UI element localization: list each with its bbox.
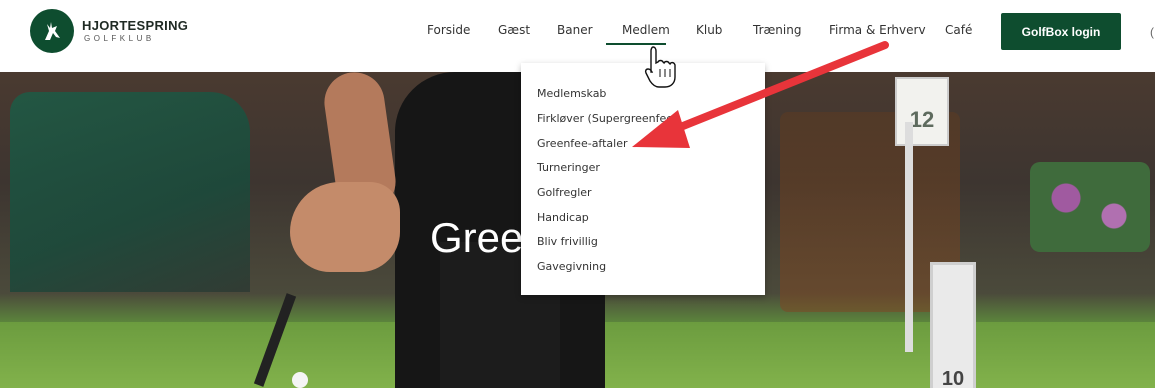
dropdown-item-golfregler[interactable]: Golfregler bbox=[537, 186, 592, 199]
dropdown-item-handicap[interactable]: Handicap bbox=[537, 211, 589, 224]
golf-ball bbox=[292, 372, 308, 388]
nav-forside[interactable]: Forside bbox=[427, 23, 470, 37]
nav-klub[interactable]: Klub bbox=[696, 23, 722, 37]
hole-sign-post bbox=[905, 122, 913, 352]
golfer-hands bbox=[290, 182, 400, 272]
hole-sign-top: 12 bbox=[895, 77, 949, 146]
active-nav-indicator bbox=[606, 43, 666, 45]
dropdown-item-firkloever[interactable]: Firkløver (Supergreenfee) bbox=[537, 112, 677, 125]
dropdown-item-bliv-frivillig[interactable]: Bliv frivillig bbox=[537, 235, 598, 248]
hole-sign-bottom-number: 10 bbox=[941, 368, 965, 388]
nav-overflow-edge: ( bbox=[1150, 25, 1154, 39]
nav-traening[interactable]: Træning bbox=[753, 23, 801, 37]
main-nav: Forside Gæst Baner Medlem Klub Træning F… bbox=[0, 23, 1155, 43]
golfbox-login-button[interactable]: GolfBox login bbox=[1001, 13, 1121, 50]
dropdown-item-gavegivning[interactable]: Gavegivning bbox=[537, 260, 606, 273]
hero-title: Gree bbox=[430, 214, 524, 261]
nav-medlem[interactable]: Medlem bbox=[622, 23, 670, 37]
hole-sign-bottom: 10 bbox=[930, 262, 976, 388]
dropdown-item-greenfee-aftaler[interactable]: Greenfee-aftaler bbox=[537, 137, 628, 150]
nav-gaest[interactable]: Gæst bbox=[498, 23, 530, 37]
hero-tent-bg bbox=[10, 92, 250, 292]
dropdown-item-turneringer[interactable]: Turneringer bbox=[537, 161, 600, 174]
nav-cafe[interactable]: Café bbox=[945, 23, 972, 37]
site-header: HJORTESPRING GOLFKLUB Forside Gæst Baner… bbox=[0, 0, 1155, 72]
hero-flowers-bg bbox=[1030, 162, 1150, 252]
nav-firma-erhverv[interactable]: Firma & Erhverv bbox=[829, 23, 926, 37]
dropdown-item-medlemskab[interactable]: Medlemskab bbox=[537, 87, 606, 100]
medlem-dropdown-menu: Medlemskab Firkløver (Supergreenfee) Gre… bbox=[521, 63, 765, 295]
nav-baner[interactable]: Baner bbox=[557, 23, 593, 37]
